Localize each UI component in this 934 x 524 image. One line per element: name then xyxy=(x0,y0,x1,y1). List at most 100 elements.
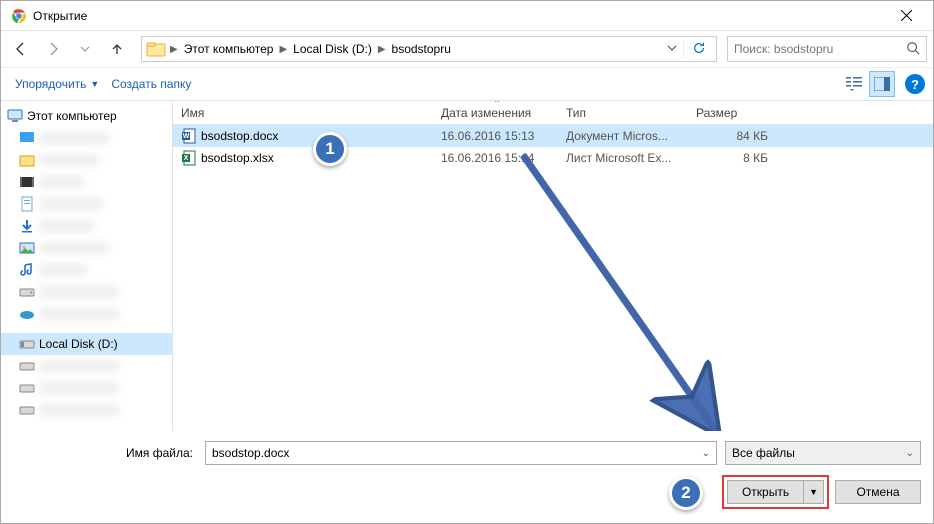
chevron-down-icon[interactable]: ⌄ xyxy=(702,448,710,459)
disk-icon xyxy=(19,358,35,374)
view-options-button[interactable] xyxy=(841,71,867,97)
blurred-label xyxy=(39,308,119,320)
desktop-icon xyxy=(19,130,35,146)
blurred-label xyxy=(39,382,119,394)
blurred-label xyxy=(39,154,99,166)
file-name: bsodstop.xlsx xyxy=(201,151,274,165)
sidebar-label: Local Disk (D:) xyxy=(39,337,118,351)
refresh-icon[interactable] xyxy=(683,41,714,58)
sidebar-local-disk[interactable]: Local Disk (D:) xyxy=(1,333,172,355)
column-header-row: Имя Дата изменения Тип Размер xyxy=(173,101,933,125)
document-icon xyxy=(19,196,35,212)
file-row[interactable]: X bsodstop.xlsx 16.06.2016 15:14 Лист Mi… xyxy=(173,147,933,169)
download-icon xyxy=(19,218,35,234)
onedrive-icon xyxy=(19,306,35,322)
sidebar-item[interactable] xyxy=(1,281,172,303)
search-box[interactable] xyxy=(727,36,927,62)
disk-icon xyxy=(19,380,35,396)
sidebar-item[interactable] xyxy=(1,237,172,259)
close-button[interactable] xyxy=(884,1,929,30)
file-row[interactable]: W bsodstop.docx 16.06.2016 15:13 Докумен… xyxy=(173,125,933,147)
sidebar-this-pc[interactable]: Этот компьютер xyxy=(1,105,172,127)
sidebar-item[interactable] xyxy=(1,127,172,149)
disk-icon xyxy=(19,284,35,300)
blurred-label xyxy=(39,198,104,210)
breadcrumb[interactable]: ▶ Этот компьютер ▶ Local Disk (D:) ▶ bso… xyxy=(141,36,717,62)
open-button[interactable]: Открыть xyxy=(727,480,803,504)
cancel-button[interactable]: Отмена xyxy=(835,480,921,504)
breadcrumb-item[interactable]: Этот компьютер xyxy=(180,42,278,56)
sidebar-item[interactable] xyxy=(1,377,172,399)
word-doc-icon: W xyxy=(181,128,197,144)
search-icon xyxy=(906,41,920,58)
filetype-filter[interactable]: Все файлы ⌄ xyxy=(725,441,921,465)
chevron-right-icon: ▶ xyxy=(376,44,388,55)
sidebar-item[interactable] xyxy=(1,149,172,171)
open-dropdown-button[interactable]: ▼ xyxy=(803,480,824,504)
folder-icon xyxy=(19,152,35,168)
sidebar-item[interactable] xyxy=(1,303,172,325)
column-header-name[interactable]: Имя xyxy=(173,101,433,124)
folder-icon xyxy=(146,39,166,59)
sidebar: Этот компьютер Local Disk (D:) xyxy=(1,101,173,431)
blurred-label xyxy=(39,404,119,416)
sidebar-item[interactable] xyxy=(1,171,172,193)
window-title: Открытие xyxy=(33,9,884,23)
filename-combobox[interactable]: ⌄ xyxy=(205,441,717,465)
file-size: 84 КБ xyxy=(688,129,776,143)
sidebar-item[interactable] xyxy=(1,399,172,421)
excel-doc-icon: X xyxy=(181,150,197,166)
sidebar-item[interactable] xyxy=(1,215,172,237)
dialog-footer: Имя файла: ⌄ Все файлы ⌄ Открыть ▼ Отмен… xyxy=(1,431,933,523)
organize-menu[interactable]: Упорядочить▼ xyxy=(9,73,105,95)
preview-pane-button[interactable] xyxy=(869,71,895,97)
chrome-icon xyxy=(11,8,27,24)
sort-indicator-icon: ⌃ xyxy=(493,101,501,110)
up-button[interactable] xyxy=(103,35,131,63)
chevron-down-icon: ▼ xyxy=(90,79,99,89)
recent-dropdown[interactable] xyxy=(71,35,99,63)
computer-icon xyxy=(7,108,23,124)
blurred-label xyxy=(39,264,87,276)
svg-text:W: W xyxy=(183,133,190,140)
blurred-label xyxy=(39,360,119,372)
file-type: Документ Micros... xyxy=(558,129,688,143)
annotation-marker-1: 1 xyxy=(313,132,347,166)
sidebar-label: Этот компьютер xyxy=(27,109,117,123)
help-button[interactable]: ? xyxy=(905,74,925,94)
file-open-dialog: Открытие ▶ Этот компьютер ▶ Local Disk (… xyxy=(0,0,934,524)
search-input[interactable] xyxy=(734,42,906,56)
picture-icon xyxy=(19,240,35,256)
chevron-down-icon: ⌄ xyxy=(906,448,914,459)
breadcrumb-dropdown-icon[interactable] xyxy=(661,42,683,56)
chevron-down-icon: ▼ xyxy=(809,487,818,497)
column-header-type[interactable]: Тип xyxy=(558,101,688,124)
file-date: 16.06.2016 15:13 xyxy=(433,129,558,143)
chevron-right-icon: ▶ xyxy=(168,44,180,55)
navbar: ▶ Этот компьютер ▶ Local Disk (D:) ▶ bso… xyxy=(1,31,933,67)
breadcrumb-item[interactable]: Local Disk (D:) xyxy=(289,42,376,56)
sidebar-item[interactable] xyxy=(1,193,172,215)
svg-text:X: X xyxy=(184,155,189,162)
file-size: 8 КБ xyxy=(688,151,776,165)
disk-icon xyxy=(19,402,35,418)
new-folder-button[interactable]: Создать папку xyxy=(105,73,197,95)
blurred-label xyxy=(39,132,109,144)
sidebar-item[interactable] xyxy=(1,259,172,281)
blurred-label xyxy=(39,286,119,298)
column-header-size[interactable]: Размер xyxy=(688,101,776,124)
blurred-label xyxy=(39,220,94,232)
forward-button[interactable] xyxy=(39,35,67,63)
annotation-marker-2: 2 xyxy=(669,476,703,510)
sidebar-item[interactable] xyxy=(1,355,172,377)
filename-input[interactable] xyxy=(212,446,702,460)
breadcrumb-item[interactable]: bsodstopru xyxy=(388,42,455,56)
filename-label: Имя файла: xyxy=(13,446,197,460)
filter-label: Все файлы xyxy=(732,446,795,460)
file-list: ⌃ Имя Дата изменения Тип Размер W bsodst… xyxy=(173,101,933,431)
toolbar: Упорядочить▼ Создать папку ? xyxy=(1,67,933,101)
chevron-right-icon: ▶ xyxy=(277,44,289,55)
video-icon xyxy=(19,174,35,190)
back-button[interactable] xyxy=(7,35,35,63)
titlebar: Открытие xyxy=(1,1,933,31)
